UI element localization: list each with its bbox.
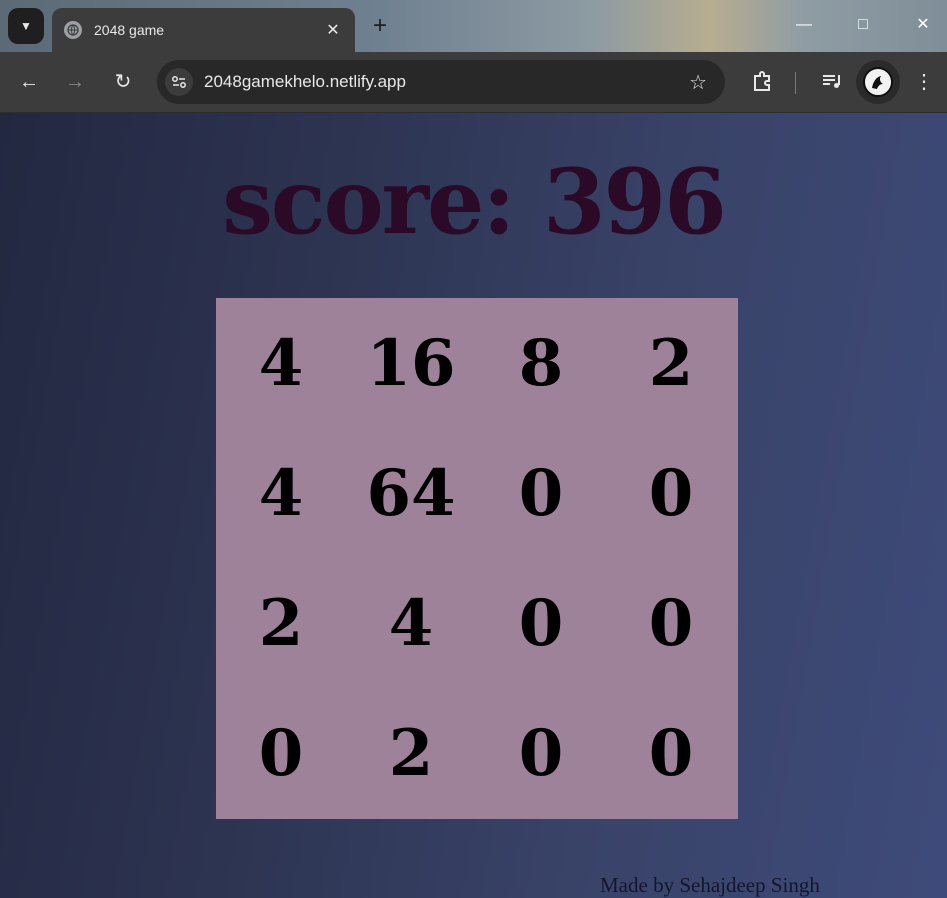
toolbar-divider (795, 72, 796, 94)
grid-cell: 8 (518, 325, 564, 401)
new-tab-button[interactable]: + (366, 12, 394, 40)
grid-cell: 16 (366, 325, 456, 401)
grid-cell: 2 (388, 715, 434, 791)
grid-cell: 0 (648, 455, 694, 531)
tab-title: 2048 game (94, 22, 165, 38)
back-arrow-icon[interactable]: ← (14, 67, 44, 97)
score-display: score: 396 (0, 149, 947, 255)
grid-cell: 2 (648, 325, 694, 401)
grid-cell: 0 (518, 455, 564, 531)
bookmark-star-icon[interactable]: ☆ (689, 70, 707, 95)
address-bar[interactable]: 2048gamekhelo.netlify.app ☆ (157, 60, 725, 104)
extensions-icon[interactable] (748, 68, 776, 96)
grid-cell: 4 (258, 455, 304, 531)
grid-cell: 0 (648, 585, 694, 661)
chevron-down-icon: ▼ (20, 19, 32, 33)
grid-cell: 2 (258, 585, 304, 661)
grid-cell: 4 (258, 325, 304, 401)
url-text: 2048gamekhelo.netlify.app (204, 72, 406, 91)
grid-cell: 0 (518, 585, 564, 661)
maximize-icon[interactable]: □ (852, 14, 874, 36)
browser-tab[interactable]: 2048 game ✕ (52, 8, 355, 52)
minimize-icon[interactable]: — (793, 14, 815, 36)
score-value: 396 (542, 149, 727, 255)
profile-picture-icon (863, 67, 893, 97)
media-control-icon[interactable] (818, 68, 846, 96)
site-settings-icon[interactable] (165, 68, 193, 96)
grid-cell: 64 (366, 455, 456, 531)
page-viewport: score: 396 4 16 8 2 4 64 0 0 2 4 0 0 0 2… (0, 113, 947, 898)
score-label: score: (222, 149, 515, 255)
grid-cell: 0 (258, 715, 304, 791)
browser-title-bar: ▼ 2048 game ✕ + — □ ✕ (0, 0, 947, 52)
reload-icon[interactable]: ↻ (108, 67, 138, 97)
tab-search-button[interactable]: ▼ (8, 8, 44, 44)
globe-icon (64, 21, 82, 39)
grid-cell: 0 (648, 715, 694, 791)
grid-cell: 0 (518, 715, 564, 791)
forward-arrow-icon[interactable]: → (60, 67, 90, 97)
close-window-icon[interactable]: ✕ (912, 14, 934, 36)
close-tab-icon[interactable]: ✕ (323, 20, 343, 40)
author-credit: Made by Sehajdeep Singh (600, 873, 820, 897)
game-board[interactable]: 4 16 8 2 4 64 0 0 2 4 0 0 0 2 0 0 (216, 298, 738, 819)
browser-toolbar: ← → ↻ 2048gamekhelo.netlify.app ☆ ⋮ (0, 52, 947, 113)
profile-avatar[interactable] (856, 60, 900, 104)
grid-cell: 4 (388, 585, 434, 661)
more-menu-icon[interactable]: ⋮ (914, 70, 934, 94)
